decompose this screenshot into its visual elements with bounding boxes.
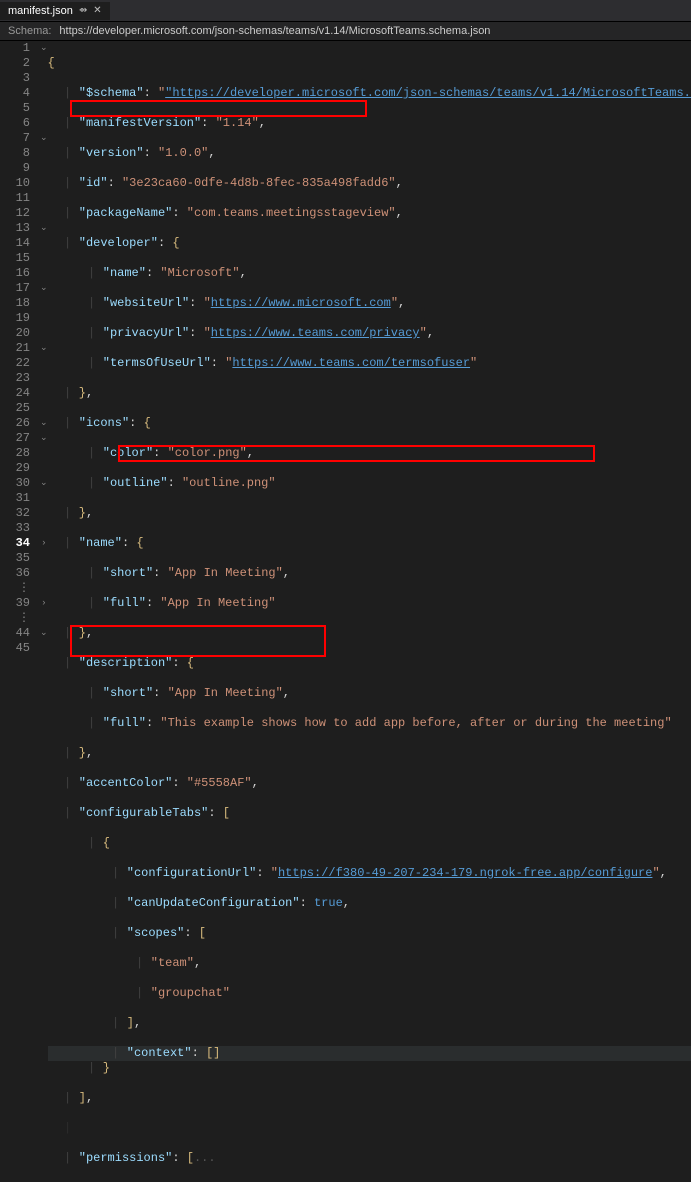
line-gutter: 12345 678910 1112131415 1617181920 21222… <box>0 41 40 1182</box>
code-editor[interactable]: 12345 678910 1112131415 1617181920 21222… <box>0 41 691 1182</box>
code-content[interactable]: { | "$schema": ""https://developer.micro… <box>48 41 691 1182</box>
tab-bar: manifest.json ⇴ ✕ <box>0 0 691 22</box>
pin-icon[interactable]: ⇴ <box>79 5 87 16</box>
file-tab[interactable]: manifest.json ⇴ ✕ <box>0 2 111 20</box>
schema-label: Schema: <box>8 25 51 37</box>
highlight-id <box>70 100 367 117</box>
fold-gutter[interactable]: ⌄ ⌄ ⌄ ⌄ ⌄ ⌄⌄⌄ › ›⌄ <box>40 41 48 1182</box>
close-icon[interactable]: ✕ <box>93 5 101 16</box>
schema-bar: Schema: https://developer.microsoft.com/… <box>0 22 691 41</box>
tab-filename: manifest.json <box>8 5 73 17</box>
schema-url[interactable]: https://developer.microsoft.com/json-sch… <box>59 25 490 37</box>
